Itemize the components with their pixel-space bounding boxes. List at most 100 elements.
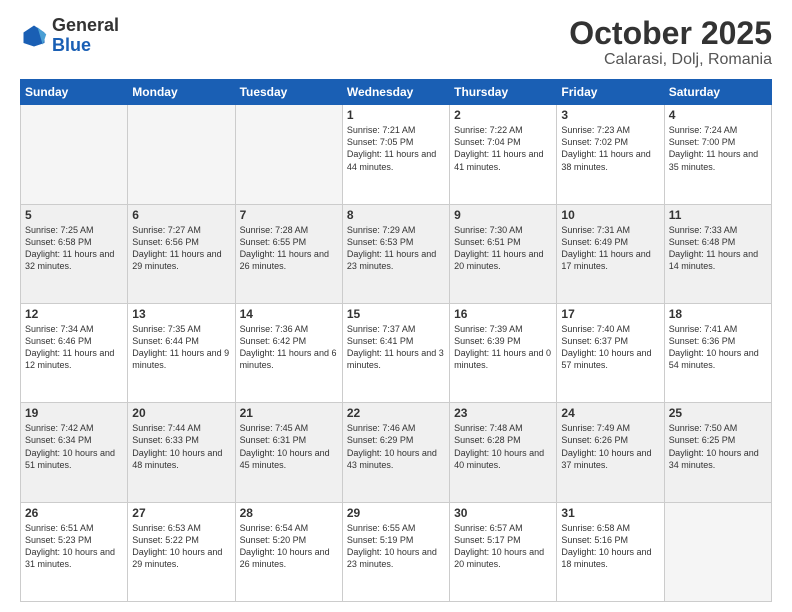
calendar-cell: 18 Sunrise: 7:41 AMSunset: 6:36 PMDayligh… (664, 303, 771, 402)
title-block: October 2025 Calarasi, Dolj, Romania (569, 16, 772, 69)
day-info: Sunrise: 7:30 AMSunset: 6:51 PMDaylight:… (454, 224, 552, 273)
calendar-row: 19Sunrise: 7:42 AMSunset: 6:34 PMDayligh… (21, 403, 772, 502)
calendar-row: 1Sunrise: 7:21 AMSunset: 7:05 PMDaylight… (21, 105, 772, 204)
weekday-header: Tuesday (235, 80, 342, 105)
calendar-row: 5 Sunrise: 7:25 AMSunset: 6:58 PMDaylight… (21, 204, 772, 303)
weekday-header: Friday (557, 80, 664, 105)
calendar-cell: 20 Sunrise: 7:44 AMSunset: 6:33 PMDayligh… (128, 403, 235, 502)
day-number: 7 (240, 208, 338, 222)
day-number: 6 (132, 208, 230, 222)
calendar-title: October 2025 (569, 16, 772, 51)
day-info: Sunrise: 7:25 AMSunset: 6:58 PMDaylight:… (25, 224, 123, 273)
day-number: 28 (240, 506, 338, 520)
day-info: Sunrise: 7:48 AMSunset: 6:28 PMDaylight:… (454, 422, 552, 471)
calendar-cell: 30 Sunrise: 6:57 AMSunset: 5:17 PMDayligh… (450, 502, 557, 601)
day-info: Sunrise: 7:31 AMSunset: 6:49 PMDaylight:… (561, 224, 659, 273)
logo-blue: Blue (52, 35, 91, 55)
day-number: 15 (347, 307, 445, 321)
day-info: Sunrise: 7:42 AMSunset: 6:34 PMDaylight:… (25, 422, 123, 471)
day-number: 10 (561, 208, 659, 222)
calendar-cell: 21 Sunrise: 7:45 AMSunset: 6:31 PMDayligh… (235, 403, 342, 502)
day-info: Sunrise: 7:37 AMSunset: 6:41 PMDaylight:… (347, 323, 445, 372)
day-info: Sunrise: 6:57 AMSunset: 5:17 PMDaylight:… (454, 522, 552, 571)
day-info: Sunrise: 7:24 AMSunset: 7:00 PMDaylight:… (669, 124, 767, 173)
calendar-cell: 9 Sunrise: 7:30 AMSunset: 6:51 PMDaylight… (450, 204, 557, 303)
day-number: 22 (347, 406, 445, 420)
day-number: 12 (25, 307, 123, 321)
day-number: 26 (25, 506, 123, 520)
calendar-cell: 10 Sunrise: 7:31 AMSunset: 6:49 PMDayligh… (557, 204, 664, 303)
day-info: Sunrise: 7:50 AMSunset: 6:25 PMDaylight:… (669, 422, 767, 471)
day-number: 21 (240, 406, 338, 420)
day-number: 2 (454, 108, 552, 122)
day-number: 25 (669, 406, 767, 420)
weekday-header: Sunday (21, 80, 128, 105)
day-number: 5 (25, 208, 123, 222)
day-info: Sunrise: 7:29 AMSunset: 6:53 PMDaylight:… (347, 224, 445, 273)
day-number: 8 (347, 208, 445, 222)
day-number: 17 (561, 307, 659, 321)
calendar-body: 1Sunrise: 7:21 AMSunset: 7:05 PMDaylight… (21, 105, 772, 602)
day-info: Sunrise: 7:49 AMSunset: 6:26 PMDaylight:… (561, 422, 659, 471)
day-info: Sunrise: 7:33 AMSunset: 6:48 PMDaylight:… (669, 224, 767, 273)
calendar-cell: 3Sunrise: 7:23 AMSunset: 7:02 PMDaylight… (557, 105, 664, 204)
day-info: Sunrise: 7:27 AMSunset: 6:56 PMDaylight:… (132, 224, 230, 273)
weekday-header: Saturday (664, 80, 771, 105)
day-info: Sunrise: 7:34 AMSunset: 6:46 PMDaylight:… (25, 323, 123, 372)
calendar-cell: 11 Sunrise: 7:33 AMSunset: 6:48 PMDayligh… (664, 204, 771, 303)
day-info: Sunrise: 7:39 AMSunset: 6:39 PMDaylight:… (454, 323, 552, 372)
logo: General Blue (20, 16, 119, 56)
day-number: 23 (454, 406, 552, 420)
day-info: Sunrise: 7:46 AMSunset: 6:29 PMDaylight:… (347, 422, 445, 471)
calendar-cell: 12 Sunrise: 7:34 AMSunset: 6:46 PMDayligh… (21, 303, 128, 402)
calendar-cell: 6 Sunrise: 7:27 AMSunset: 6:56 PMDaylight… (128, 204, 235, 303)
day-number: 30 (454, 506, 552, 520)
logo-general: General (52, 15, 119, 35)
day-info: Sunrise: 6:51 AMSunset: 5:23 PMDaylight:… (25, 522, 123, 571)
day-info: Sunrise: 7:41 AMSunset: 6:36 PMDaylight:… (669, 323, 767, 372)
calendar-cell: 7 Sunrise: 7:28 AMSunset: 6:55 PMDaylight… (235, 204, 342, 303)
header: General Blue October 2025 Calarasi, Dolj… (20, 16, 772, 69)
day-info: Sunrise: 6:53 AMSunset: 5:22 PMDaylight:… (132, 522, 230, 571)
calendar-subtitle: Calarasi, Dolj, Romania (569, 51, 772, 69)
day-number: 14 (240, 307, 338, 321)
calendar-header-row: SundayMondayTuesdayWednesdayThursdayFrid… (21, 80, 772, 105)
calendar-cell: 26 Sunrise: 6:51 AMSunset: 5:23 PMDayligh… (21, 502, 128, 601)
calendar-cell: 17Sunrise: 7:40 AMSunset: 6:37 PMDayligh… (557, 303, 664, 402)
day-number: 18 (669, 307, 767, 321)
day-info: Sunrise: 6:58 AMSunset: 5:16 PMDaylight:… (561, 522, 659, 571)
calendar-cell: 1Sunrise: 7:21 AMSunset: 7:05 PMDaylight… (342, 105, 449, 204)
calendar-cell: 29 Sunrise: 6:55 AMSunset: 5:19 PMDayligh… (342, 502, 449, 601)
day-number: 9 (454, 208, 552, 222)
day-number: 31 (561, 506, 659, 520)
calendar-cell: 16 Sunrise: 7:39 AMSunset: 6:39 PMDayligh… (450, 303, 557, 402)
day-info: Sunrise: 7:28 AMSunset: 6:55 PMDaylight:… (240, 224, 338, 273)
day-number: 29 (347, 506, 445, 520)
calendar-cell: 4Sunrise: 7:24 AMSunset: 7:00 PMDaylight… (664, 105, 771, 204)
calendar-row: 26 Sunrise: 6:51 AMSunset: 5:23 PMDayligh… (21, 502, 772, 601)
day-info: Sunrise: 7:36 AMSunset: 6:42 PMDaylight:… (240, 323, 338, 372)
weekday-header: Wednesday (342, 80, 449, 105)
day-info: Sunrise: 7:21 AMSunset: 7:05 PMDaylight:… (347, 124, 445, 173)
calendar-cell (128, 105, 235, 204)
calendar-cell: 13 Sunrise: 7:35 AMSunset: 6:44 PMDayligh… (128, 303, 235, 402)
day-number: 16 (454, 307, 552, 321)
calendar-cell: 14 Sunrise: 7:36 AMSunset: 6:42 PMDayligh… (235, 303, 342, 402)
day-info: Sunrise: 7:44 AMSunset: 6:33 PMDaylight:… (132, 422, 230, 471)
logo-text: General Blue (52, 16, 119, 56)
calendar-cell: 27Sunrise: 6:53 AMSunset: 5:22 PMDayligh… (128, 502, 235, 601)
calendar-cell (235, 105, 342, 204)
calendar-cell: 28Sunrise: 6:54 AMSunset: 5:20 PMDayligh… (235, 502, 342, 601)
day-number: 3 (561, 108, 659, 122)
day-number: 24 (561, 406, 659, 420)
day-info: Sunrise: 7:45 AMSunset: 6:31 PMDaylight:… (240, 422, 338, 471)
calendar-cell: 24 Sunrise: 7:49 AMSunset: 6:26 PMDayligh… (557, 403, 664, 502)
day-info: Sunrise: 7:35 AMSunset: 6:44 PMDaylight:… (132, 323, 230, 372)
calendar-cell: 5 Sunrise: 7:25 AMSunset: 6:58 PMDaylight… (21, 204, 128, 303)
day-info: Sunrise: 6:55 AMSunset: 5:19 PMDaylight:… (347, 522, 445, 571)
calendar-cell: 31 Sunrise: 6:58 AMSunset: 5:16 PMDayligh… (557, 502, 664, 601)
day-number: 11 (669, 208, 767, 222)
calendar-cell (664, 502, 771, 601)
day-number: 20 (132, 406, 230, 420)
day-number: 13 (132, 307, 230, 321)
